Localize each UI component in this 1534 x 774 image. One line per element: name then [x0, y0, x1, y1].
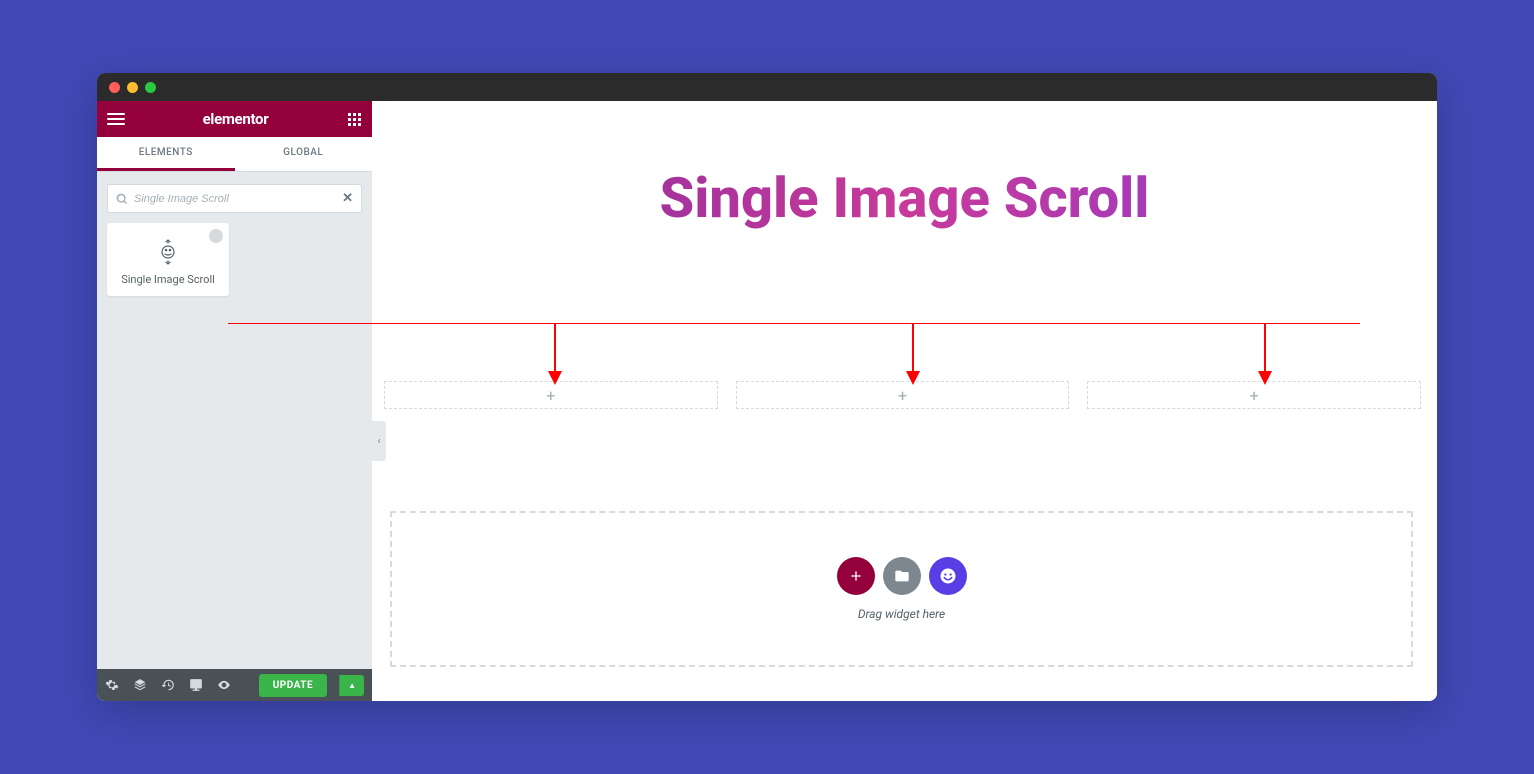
close-window-button[interactable] [109, 82, 120, 93]
pro-badge-icon [209, 229, 223, 243]
clear-search-icon[interactable]: ✕ [342, 191, 353, 206]
widget-label: Single Image Scroll [115, 273, 221, 286]
collapse-sidebar-icon[interactable]: ‹ [372, 421, 386, 461]
app-body: elementor ELEMENTS GLOBAL ✕ [97, 101, 1437, 701]
page-title: Single Image Scroll [372, 165, 1437, 231]
widget-single-image-scroll[interactable]: Single Image Scroll [107, 223, 229, 296]
tab-global[interactable]: GLOBAL [235, 137, 373, 171]
column-dropzone-2[interactable]: + [736, 381, 1070, 409]
settings-icon[interactable] [105, 678, 119, 692]
ea-templates-button[interactable] [929, 557, 967, 595]
section-dropzone[interactable]: Drag widget here [390, 511, 1413, 667]
column-row: + + + [384, 381, 1421, 409]
update-dropdown-icon[interactable]: ▲ [339, 675, 364, 696]
maximize-window-button[interactable] [145, 82, 156, 93]
search-input[interactable] [134, 193, 336, 205]
tab-elements[interactable]: ELEMENTS [97, 137, 235, 171]
dropzone-actions [837, 557, 967, 595]
search-icon [116, 193, 128, 205]
widgets-grid-icon[interactable] [346, 111, 362, 127]
widget-icon [157, 237, 179, 267]
sidebar-footer: UPDATE ▲ [97, 669, 372, 701]
dropzone-hint: Drag widget here [858, 607, 945, 621]
column-dropzone-1[interactable]: + [384, 381, 718, 409]
column-dropzone-3[interactable]: + [1087, 381, 1421, 409]
window-titlebar [97, 73, 1437, 101]
elementor-sidebar: elementor ELEMENTS GLOBAL ✕ [97, 101, 372, 701]
menu-icon[interactable] [107, 110, 125, 128]
sidebar-tabs: ELEMENTS GLOBAL [97, 137, 372, 172]
history-icon[interactable] [161, 678, 175, 692]
minimize-window-button[interactable] [127, 82, 138, 93]
update-button[interactable]: UPDATE [259, 674, 327, 697]
navigator-icon[interactable] [133, 678, 147, 692]
responsive-icon[interactable] [189, 678, 203, 692]
sidebar-header: elementor [97, 101, 372, 137]
add-section-button[interactable] [837, 557, 875, 595]
search-box: ✕ [107, 184, 362, 213]
preview-icon[interactable] [217, 678, 231, 692]
template-library-button[interactable] [883, 557, 921, 595]
search-wrap: ✕ [97, 172, 372, 221]
browser-window: elementor ELEMENTS GLOBAL ✕ [97, 73, 1437, 701]
brand-label: elementor [203, 110, 269, 128]
editor-canvas: Single Image Scroll + + + Drag widget he… [372, 101, 1437, 701]
